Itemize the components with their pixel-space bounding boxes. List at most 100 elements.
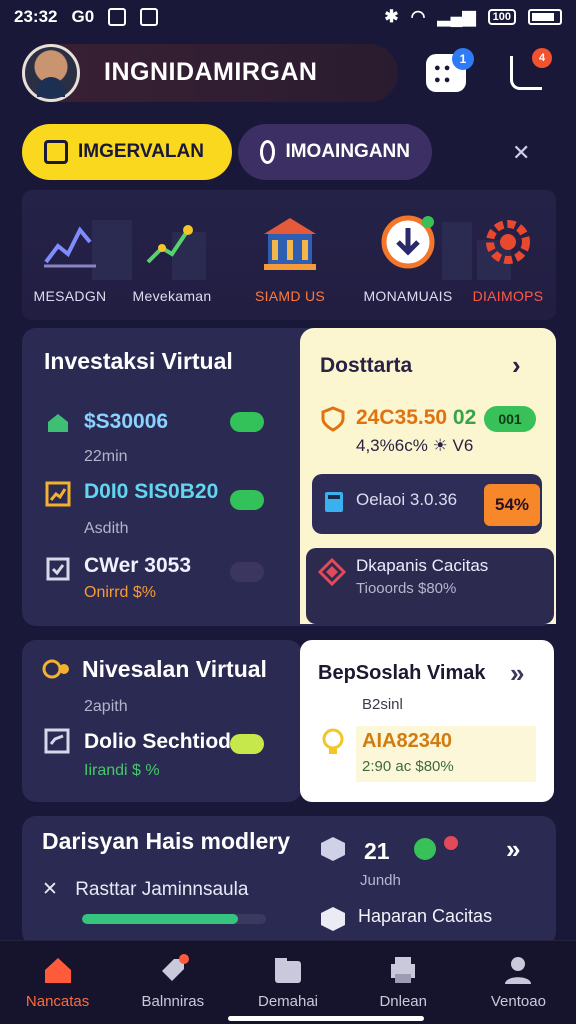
chat-icon (260, 140, 276, 164)
nav-label: Demahai (257, 993, 319, 1010)
bottom-nav: Nancatas Balnniras Demahai Dnlean Ventoa… (0, 940, 576, 1024)
status-chip (230, 734, 264, 754)
status-time: 23:32 (14, 7, 58, 26)
username: INGNIDAMIRGAN (104, 58, 318, 86)
checkbox-icon (44, 728, 70, 754)
avatar[interactable] (22, 44, 80, 102)
investasi-title: Investaksi Virtual (44, 348, 233, 374)
nav-item-balnniras[interactable]: Balnniras (115, 941, 230, 1024)
nav-item-demahai[interactable]: Demahai (230, 941, 345, 1024)
nav-label: Balnniras (141, 993, 205, 1010)
download-circle-icon (381, 215, 435, 269)
red-dot-icon (444, 836, 458, 850)
status-carrier: G0 (71, 7, 95, 26)
cube-icon (321, 837, 345, 861)
nivesalan-foot: Iirandi $ % (84, 762, 160, 779)
category-label: SIAMD US (254, 288, 326, 304)
besoslah-title: BepSoslah Vimak (318, 662, 486, 684)
battery-icon (528, 9, 562, 25)
nivesalan-value: Dolio Sechtiod (84, 730, 231, 753)
tag-icon (161, 954, 189, 981)
daisyan-progress (82, 914, 266, 924)
status-chip (230, 490, 264, 510)
dostarta-value: 24C35.50 02 (356, 406, 476, 430)
category-siamd-us[interactable]: SIAMD US (238, 212, 342, 304)
tab-imoaingann[interactable]: IMOAINGANN (238, 124, 432, 180)
category-label: Mevekaman (132, 288, 212, 304)
status-chip (230, 412, 264, 432)
calendar-icon (44, 140, 68, 164)
daisyan-hapa: Haparan Cacitas (358, 906, 493, 926)
investasi-row-value: $S30006 (84, 410, 169, 433)
progress-fill (82, 914, 239, 924)
home-icon (44, 958, 71, 983)
dostarta-title: Dosttarta (320, 354, 413, 377)
home-indicator[interactable] (228, 1016, 424, 1021)
nav-item-dnlean[interactable]: Dnlean (346, 941, 461, 1024)
dostarta-value-suffix: 02 (452, 406, 477, 429)
bluetooth-icon: ✱ (384, 7, 399, 26)
music-badge: 4 (532, 48, 552, 68)
clipboard-icon (46, 557, 70, 581)
folder-icon (275, 958, 301, 983)
tab-label: IMOAINGANN (285, 141, 410, 162)
dostarta-pill: 001 (484, 406, 536, 432)
category-label: MESADGN (33, 288, 107, 304)
tab-imgervalan[interactable]: IMGERVALAN (22, 124, 232, 180)
chart-box-icon (45, 481, 71, 507)
nav-item-nancatas[interactable]: Nancatas (0, 941, 115, 1024)
nav-label: Nancatas (25, 993, 90, 1010)
battery-label: 100 (487, 9, 516, 25)
status-bar: 23:32 G0 ✱ ◠ ▂▄▆ 100 (0, 0, 576, 34)
coin-icon (42, 659, 69, 679)
double-chevron-icon[interactable]: » (510, 658, 524, 689)
investasi-row-value: CWer 3053 (84, 554, 192, 577)
kapanis-sub: Tiooords $80% (356, 580, 457, 597)
nivesalan-title: Nivesalan Virtual (82, 656, 267, 682)
category-diaimops[interactable]: DIAIMOPS (456, 212, 560, 304)
nivesalan-sub: 2apith (84, 698, 128, 715)
besoslah-value: AIA82340 (362, 730, 453, 752)
nav-label: Dnlean (379, 993, 427, 1010)
oelaoi-label: Oelaoi 3.0.36 (356, 490, 458, 509)
daisyan-row: ✕ Rasttar Jaminnsaula (42, 878, 248, 901)
calculator-icon (325, 492, 343, 512)
investasi-row-value: D0I0 SIS0B20 (84, 480, 219, 503)
line-chart-icon (44, 226, 96, 268)
green-dot-icon (414, 838, 436, 860)
double-chevron-icon[interactable]: » (506, 834, 520, 865)
tab-label: IMGERVALAN (78, 141, 204, 162)
daisyan-stat-sub: Jundh (360, 872, 401, 889)
investasi-row-sub: Onirrd $% (84, 584, 157, 601)
gear-icon (486, 220, 530, 264)
category-mevekaman[interactable]: Mevekaman (120, 212, 224, 304)
piggy-bank-icon (48, 414, 68, 432)
investasi-row-sub: 22min (84, 448, 128, 465)
close-icon[interactable]: ✕ (512, 140, 530, 166)
gallery-icon (140, 8, 159, 26)
growth-chart-icon (146, 225, 193, 264)
printer-icon (391, 957, 416, 983)
daisyan-row-label: Rasttar Jaminnsaula (75, 879, 249, 900)
notification-badge: 1 (452, 48, 474, 70)
daisyan-stat-number: 21 (364, 838, 390, 864)
dostarta-value-main: 24C35.50 (356, 406, 448, 429)
person-icon (505, 957, 532, 984)
kapanis-title: Dkapanis Cacitas (356, 556, 489, 575)
besoslah-foot: 2:90 ac $80% (362, 758, 454, 775)
dostarta-sub: 4,3%6c% ☀ V6 (356, 436, 474, 455)
daisyan-title: Darisyan Hais modlery (42, 828, 291, 854)
chevron-right-icon[interactable]: › (512, 350, 521, 381)
besoslah-sub: B2sinl (362, 696, 403, 713)
lightbulb-icon (322, 728, 344, 754)
shield-icon (321, 406, 345, 432)
wifi-icon: ◠ (410, 7, 426, 26)
signal-icon: ▂▄▆ (437, 7, 476, 26)
category-mesadgn[interactable]: MESADGN (18, 212, 122, 304)
category-label: MONAMUAIS (363, 288, 453, 304)
category-monamuais[interactable]: MONAMUAIS (356, 212, 460, 304)
nav-label: Ventoao (490, 993, 546, 1010)
status-chip (230, 562, 264, 582)
close-x-icon: ✕ (42, 879, 58, 900)
nav-item-ventoao[interactable]: Ventoao (461, 941, 576, 1024)
